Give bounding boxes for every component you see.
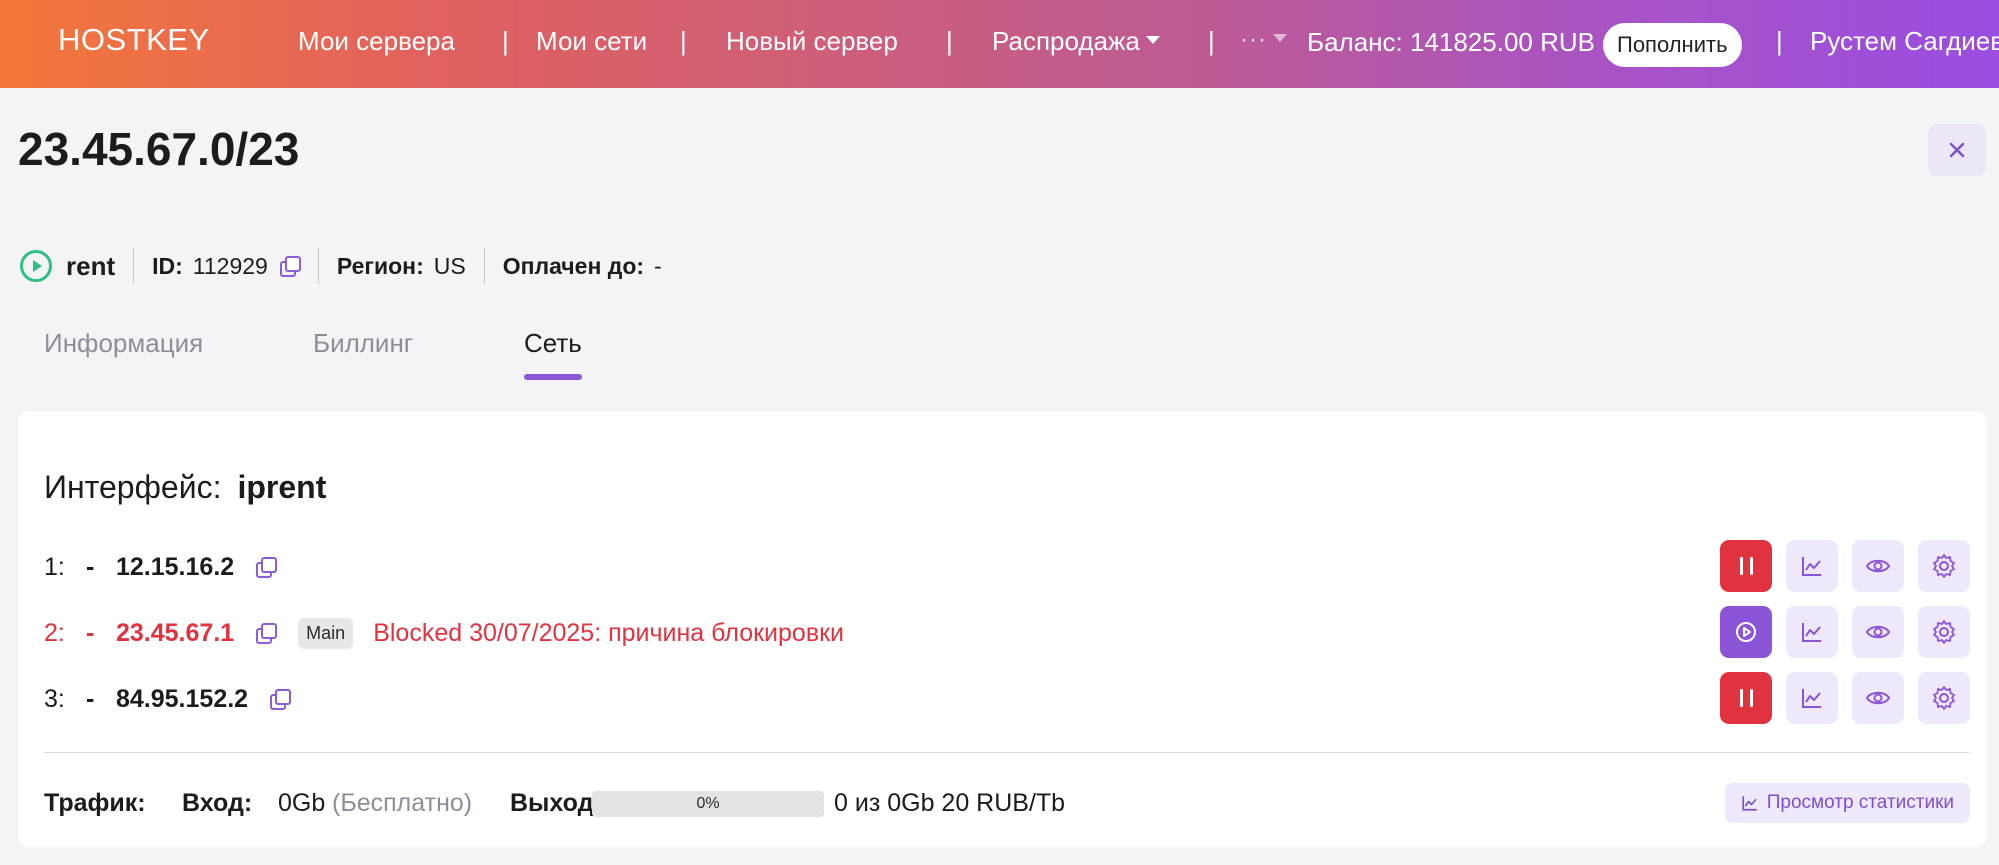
chart-icon [1802,623,1821,642]
close-button[interactable] [1928,124,1986,176]
more-menu[interactable]: ··· [1240,26,1287,54]
caret-down-icon [1145,36,1160,45]
user-menu[interactable]: Рустем Сагдиев [1810,26,1999,57]
pause-button[interactable] [1720,672,1772,724]
eye-icon [1865,559,1891,573]
gear-icon [1933,554,1955,578]
view-statistics-label: Просмотр статистики [1766,792,1954,813]
topup-button[interactable]: Пополнить [1603,23,1742,67]
chart-button[interactable] [1786,672,1838,724]
region-label: Регион: [336,252,424,279]
paid-until-value: - [654,252,662,279]
ip-dash: - [86,552,95,581]
copy-icon[interactable] [256,623,278,644]
copy-icon[interactable] [256,557,278,578]
chart-icon [1802,557,1821,576]
ip-address: 12.15.16.2 [116,552,235,581]
nav-separator: | [680,26,687,56]
nav-separator: | [946,26,953,56]
tab-billing[interactable]: Биллинг [313,328,413,359]
blocked-status-text: Blocked 30/07/2025: причина блокировки [373,618,845,647]
caret-down-icon [1272,33,1287,42]
traffic-progress-text: 0% [696,795,720,812]
active-tab-indicator [524,374,582,380]
paid-until-label: Оплачен до: [502,252,645,279]
id-label: ID: [152,252,183,279]
view-button[interactable] [1852,540,1904,592]
view-statistics-button[interactable]: Просмотр статистики [1724,783,1970,823]
divider [317,248,319,284]
network-meta: rent ID: 112929 Регион: US Оплачен до: - [20,246,662,286]
nav-my-networks[interactable]: Мои сети [536,26,647,57]
chart-icon [1742,796,1757,811]
pause-icon [1739,689,1753,707]
chart-button[interactable] [1786,606,1838,658]
interface-name: iprent [237,469,327,505]
ip-row: 2: - 23.45.67.1 Main Blocked 30/07/2025:… [44,606,1970,660]
nav-sale-label: Распродажа [992,26,1140,56]
ip-row: 3: - 84.95.152.2 [44,672,1970,726]
ip-index: 3: [44,684,65,713]
traffic-in-note: (Бесплатно) [332,789,473,817]
nav-separator: | [1208,26,1215,56]
ip-address: 23.45.67.1 [116,618,235,647]
top-navbar: HOSTKEY Мои сервера | Мои сети | Новый с… [0,0,1999,88]
tabs: Информация Биллинг Сеть [0,320,700,380]
traffic-out-value: 0 из 0Gb 20 RUB/Tb [834,789,1066,817]
logo[interactable]: HOSTKEY [58,22,210,58]
resume-button[interactable] [1720,606,1772,658]
nav-new-server[interactable]: Новый сервер [726,26,898,57]
nav-separator: | [1776,26,1783,56]
chart-button[interactable] [1786,540,1838,592]
balance: Баланс: 141825.00 RUB [1307,27,1595,57]
traffic-row: Трафик: Вход: 0Gb (Бесплатно) Выход: 0% … [44,783,1970,823]
ip-address: 84.95.152.2 [116,684,249,713]
chart-icon [1802,689,1821,708]
nav-separator: | [502,26,509,56]
page-title: 23.45.67.0/23 [18,123,300,175]
view-button[interactable] [1852,672,1904,724]
main-badge: Main [298,617,354,649]
pause-button[interactable] [1720,540,1772,592]
traffic-out-label: Выход: [510,789,602,817]
status-label: rent [66,250,116,281]
play-circle-icon [1736,622,1756,642]
settings-button[interactable] [1918,672,1970,724]
ip-index: 2: [44,618,65,647]
traffic-progress-bar: 0% [592,791,824,817]
tab-network[interactable]: Сеть [524,328,582,359]
copy-icon[interactable] [270,689,292,710]
eye-icon [1865,625,1891,639]
ip-row: 1: - 12.15.16.2 [44,540,1970,594]
interface-title: Интерфейс: iprent [44,469,326,506]
traffic-label: Трафик: [44,789,146,817]
nav-sale-dropdown[interactable]: Распродажа [992,26,1160,57]
ip-dash: - [86,684,95,713]
divider [133,248,135,284]
ip-index: 1: [44,552,65,581]
tab-information[interactable]: Информация [44,328,203,359]
eye-icon [1865,691,1891,705]
gear-icon [1933,686,1955,710]
id-value: 112929 [192,252,268,279]
traffic-in-label: Вход: [182,789,253,817]
close-icon [1949,142,1965,158]
gear-icon [1933,620,1955,644]
more-dots-icon: ··· [1240,26,1267,53]
interface-label: Интерфейс: [44,469,222,505]
nav-my-servers[interactable]: Мои сервера [298,26,455,57]
region-value: US [433,252,466,279]
ip-dash: - [86,618,95,647]
divider [483,248,485,284]
settings-button[interactable] [1918,606,1970,658]
copy-icon[interactable] [279,256,301,277]
settings-button[interactable] [1918,540,1970,592]
divider [44,752,1970,753]
play-circle-icon [20,250,52,282]
traffic-in-value: 0Gb [278,789,326,817]
pause-icon [1739,557,1753,575]
view-button[interactable] [1852,606,1904,658]
network-card: Интерфейс: iprent 1: - 12.15.16.2 2: - 2… [18,411,1986,847]
